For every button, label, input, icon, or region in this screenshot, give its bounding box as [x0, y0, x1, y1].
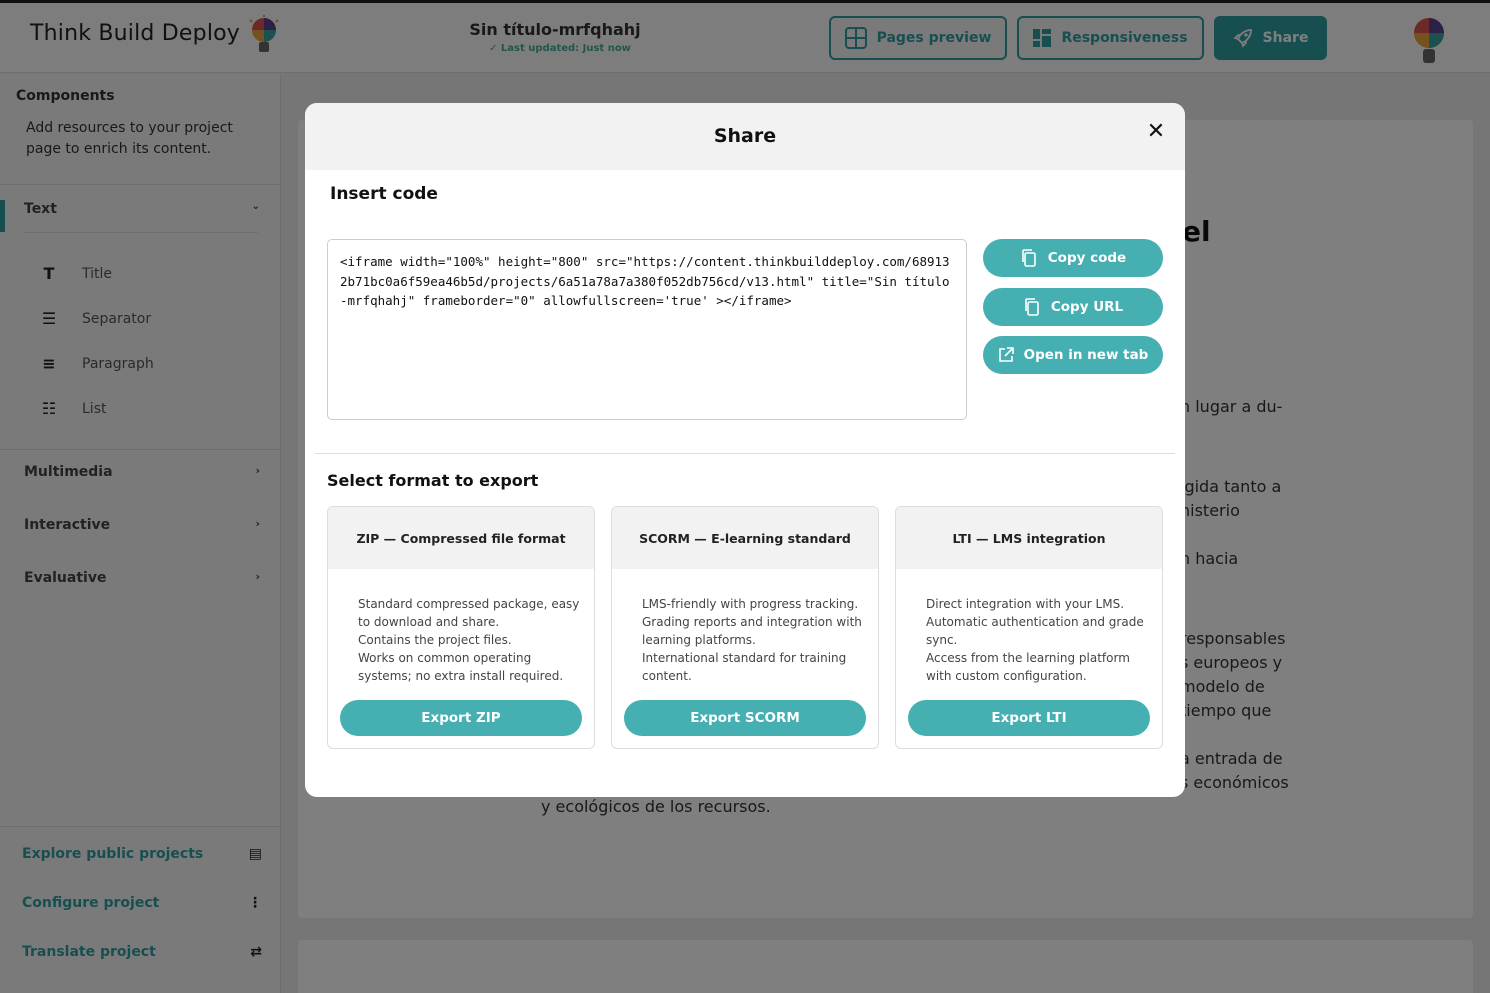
- open-new-tab-button[interactable]: Open in new tab: [983, 336, 1163, 374]
- card-text-line: Direct integration with your LMS.: [926, 597, 1125, 611]
- insert-code-title: Insert code: [330, 184, 438, 204]
- copy-url-button[interactable]: Copy URL: [983, 288, 1163, 326]
- card-text-line: Access from the learning platform with c…: [926, 651, 1130, 683]
- dialog-title: Share: [713, 125, 777, 147]
- copy-code-button[interactable]: Copy code: [983, 239, 1163, 277]
- copy-url-label: Copy URL: [1050, 299, 1124, 315]
- export-card-zip: ZIP — Compressed file format Standard co…: [327, 506, 595, 749]
- export-card-lti: LTI — LMS integration Direct integration…: [895, 506, 1163, 749]
- copy-icon: [1025, 298, 1039, 316]
- card-text-line: International standard for training cont…: [642, 651, 847, 683]
- card-text-line: Contains the project files.: [358, 633, 512, 647]
- card-text-line: Grading reports and integration with lea…: [642, 615, 862, 647]
- card-text-line: Standard compressed package, easy to dow…: [358, 597, 580, 629]
- export-format-title: Select format to export: [327, 471, 539, 490]
- embed-code-textarea[interactable]: <iframe width="100%" height="800" src="h…: [327, 239, 967, 420]
- dialog-header: Share ✕: [305, 103, 1185, 170]
- card-title: ZIP — Compressed file format: [328, 507, 594, 569]
- card-text-line: LMS-friendly with progress tracking.: [642, 597, 859, 611]
- export-scorm-button[interactable]: Export SCORM: [624, 700, 866, 736]
- copy-code-label: Copy code: [1047, 250, 1127, 266]
- export-lti-button[interactable]: Export LTI: [908, 700, 1150, 736]
- card-description: Direct integration with your LMS. Automa…: [926, 595, 1152, 685]
- card-text-line: Works on common operating systems; no ex…: [358, 651, 564, 683]
- open-new-tab-label: Open in new tab: [1023, 347, 1149, 363]
- section-divider: [315, 453, 1175, 454]
- close-icon[interactable]: ✕: [1143, 119, 1169, 145]
- card-text-line: Automatic authentication and grade sync.: [926, 615, 1144, 647]
- card-description: LMS-friendly with progress tracking. Gra…: [642, 595, 868, 685]
- card-title: SCORM — E-learning standard: [612, 507, 878, 569]
- share-dialog: Share ✕ Insert code <iframe width="100%"…: [305, 103, 1185, 797]
- external-link-icon: [998, 347, 1014, 362]
- export-card-scorm: SCORM — E-learning standard LMS-friendly…: [611, 506, 879, 749]
- card-description: Standard compressed package, easy to dow…: [358, 595, 584, 685]
- card-title: LTI — LMS integration: [896, 507, 1162, 569]
- copy-icon: [1021, 249, 1036, 267]
- export-zip-button[interactable]: Export ZIP: [340, 700, 582, 736]
